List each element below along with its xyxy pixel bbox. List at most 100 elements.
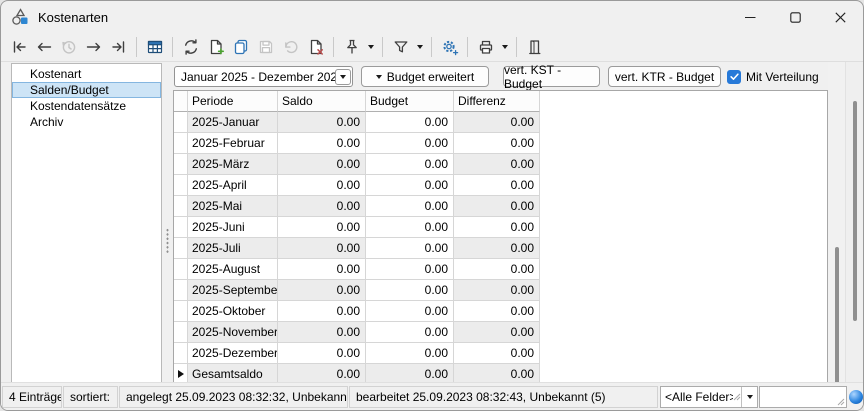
table-row[interactable]: 2025-März 0.00 0.00 0.00	[174, 154, 827, 175]
panel-scrollbar-thumb[interactable]	[853, 101, 857, 321]
cell-periode: 2025-Dezember	[188, 343, 278, 364]
cell-budget[interactable]: 0.00	[366, 196, 454, 217]
row-selector[interactable]	[174, 301, 188, 322]
save-button[interactable]	[253, 35, 278, 59]
next-record-button[interactable]	[81, 35, 106, 59]
ktr-budget-button[interactable]: vert. KTR - Budget	[608, 66, 721, 87]
delete-record-button[interactable]	[303, 35, 328, 59]
close-button[interactable]	[818, 2, 863, 33]
exit-button[interactable]	[522, 35, 547, 59]
quick-search-box[interactable]	[759, 386, 847, 408]
row-selector[interactable]	[174, 217, 188, 238]
cell-budget[interactable]: 0.00	[366, 217, 454, 238]
copy-record-button[interactable]	[228, 35, 253, 59]
cell-budget[interactable]: 0.00	[366, 364, 454, 384]
table-scrollbar-track[interactable]	[828, 62, 845, 384]
period-select-value: Januar 2025 - Dezember 2025	[175, 70, 335, 84]
print-button[interactable]	[473, 35, 498, 59]
new-record-button[interactable]	[203, 35, 228, 59]
column-header-saldo[interactable]: Saldo	[278, 91, 366, 112]
sidebar-item[interactable]: Archiv	[12, 114, 161, 130]
cell-periode: Gesamtsaldo	[188, 364, 278, 384]
row-selector[interactable]	[174, 364, 188, 384]
refresh-button[interactable]	[178, 35, 203, 59]
cell-budget[interactable]: 0.00	[366, 154, 454, 175]
row-selector[interactable]	[174, 343, 188, 364]
maximize-button[interactable]	[773, 2, 818, 33]
online-status-icon[interactable]	[849, 390, 863, 404]
table-row[interactable]: 2025-November 0.00 0.00 0.00	[174, 322, 827, 343]
row-selector[interactable]	[174, 175, 188, 196]
cell-budget[interactable]: 0.00	[366, 112, 454, 133]
mit-verteilung-checkbox[interactable]	[727, 70, 741, 84]
sidebar-item[interactable]: Salden/Budget	[12, 82, 161, 98]
toolbar-separator	[136, 37, 137, 57]
budget-expand-button[interactable]: Budget erweitert	[361, 66, 489, 87]
row-selector[interactable]	[174, 322, 188, 343]
row-selector[interactable]	[174, 238, 188, 259]
table-view-button[interactable]	[142, 35, 167, 59]
table-row[interactable]: 2025-Juni 0.00 0.00 0.00	[174, 217, 827, 238]
table-row[interactable]: 2025-August 0.00 0.00 0.00	[174, 259, 827, 280]
pin-dropdown-button[interactable]	[364, 35, 377, 59]
table-row[interactable]: 2025-Februar 0.00 0.00 0.00	[174, 133, 827, 154]
history-button[interactable]	[56, 35, 81, 59]
previous-record-button[interactable]	[31, 35, 56, 59]
pin-button[interactable]	[339, 35, 364, 59]
column-header-differenz[interactable]: Differenz	[454, 91, 540, 112]
period-select[interactable]: Januar 2025 - Dezember 2025	[174, 66, 353, 87]
cell-saldo: 0.00	[278, 259, 366, 280]
table-row[interactable]: 2025-Dezember 0.00 0.00 0.00	[174, 343, 827, 364]
table-row[interactable]: 2025-Januar 0.00 0.00 0.00	[174, 112, 827, 133]
row-selector[interactable]	[174, 280, 188, 301]
undo-button[interactable]	[278, 35, 303, 59]
table-row[interactable]: 2025-April 0.00 0.00 0.00	[174, 175, 827, 196]
table-row[interactable]: 2025-September 0.00 0.00 0.00	[174, 280, 827, 301]
column-header-budget[interactable]: Budget	[366, 91, 454, 112]
cell-budget[interactable]: 0.00	[366, 322, 454, 343]
cell-differenz: 0.00	[454, 322, 540, 343]
row-selector[interactable]	[174, 196, 188, 217]
row-selector[interactable]	[174, 154, 188, 175]
table-row[interactable]: 2025-Juli 0.00 0.00 0.00	[174, 238, 827, 259]
field-filter-dropdown-button[interactable]	[741, 387, 757, 407]
table-row[interactable]: Gesamtsaldo 0.00 0.00 0.00	[174, 364, 827, 384]
toolbar-separator	[431, 37, 432, 57]
filter-button[interactable]	[388, 35, 413, 59]
field-filter-select[interactable]: <Alle Felder>	[660, 386, 758, 408]
cell-budget[interactable]: 0.00	[366, 259, 454, 280]
field-filter-value: <Alle Felder>	[661, 390, 733, 404]
sidebar-item[interactable]: Kostendatensätze	[12, 98, 161, 114]
period-select-dropdown-button[interactable]	[335, 69, 351, 85]
splitter-handle[interactable]	[164, 226, 170, 256]
cell-budget[interactable]: 0.00	[366, 343, 454, 364]
last-record-button[interactable]	[106, 35, 131, 59]
table-row[interactable]: 2025-Oktober 0.00 0.00 0.00	[174, 301, 827, 322]
settings-add-button[interactable]	[437, 35, 462, 59]
sidebar-item-label: Archiv	[30, 115, 63, 129]
cell-budget[interactable]: 0.00	[366, 280, 454, 301]
column-header-periode[interactable]: Periode	[188, 91, 278, 112]
header-row-selector	[174, 91, 188, 112]
filter-dropdown-button[interactable]	[413, 35, 426, 59]
quick-search-input[interactable]	[767, 388, 837, 406]
minimize-button[interactable]	[728, 2, 773, 33]
print-dropdown-button[interactable]	[498, 35, 511, 59]
cell-budget[interactable]: 0.00	[366, 175, 454, 196]
panel-scrollbar-track[interactable]	[845, 62, 863, 384]
cell-budget[interactable]: 0.00	[366, 133, 454, 154]
cell-budget[interactable]: 0.00	[366, 301, 454, 322]
first-record-button[interactable]	[6, 35, 31, 59]
row-selector[interactable]	[174, 259, 188, 280]
kst-budget-button[interactable]: vert. KST - Budget	[503, 66, 600, 87]
sidebar-item-label: Kostenart	[30, 67, 81, 81]
table-scrollbar-thumb[interactable]	[835, 247, 839, 384]
cell-budget[interactable]: 0.00	[366, 238, 454, 259]
table-row[interactable]: 2025-Mai 0.00 0.00 0.00	[174, 196, 827, 217]
cell-periode: 2025-Oktober	[188, 301, 278, 322]
cell-saldo: 0.00	[278, 364, 366, 384]
sidebar-item[interactable]: Kostenart	[12, 66, 161, 82]
current-row-arrow-icon	[178, 370, 184, 378]
row-selector[interactable]	[174, 133, 188, 154]
row-selector[interactable]	[174, 112, 188, 133]
